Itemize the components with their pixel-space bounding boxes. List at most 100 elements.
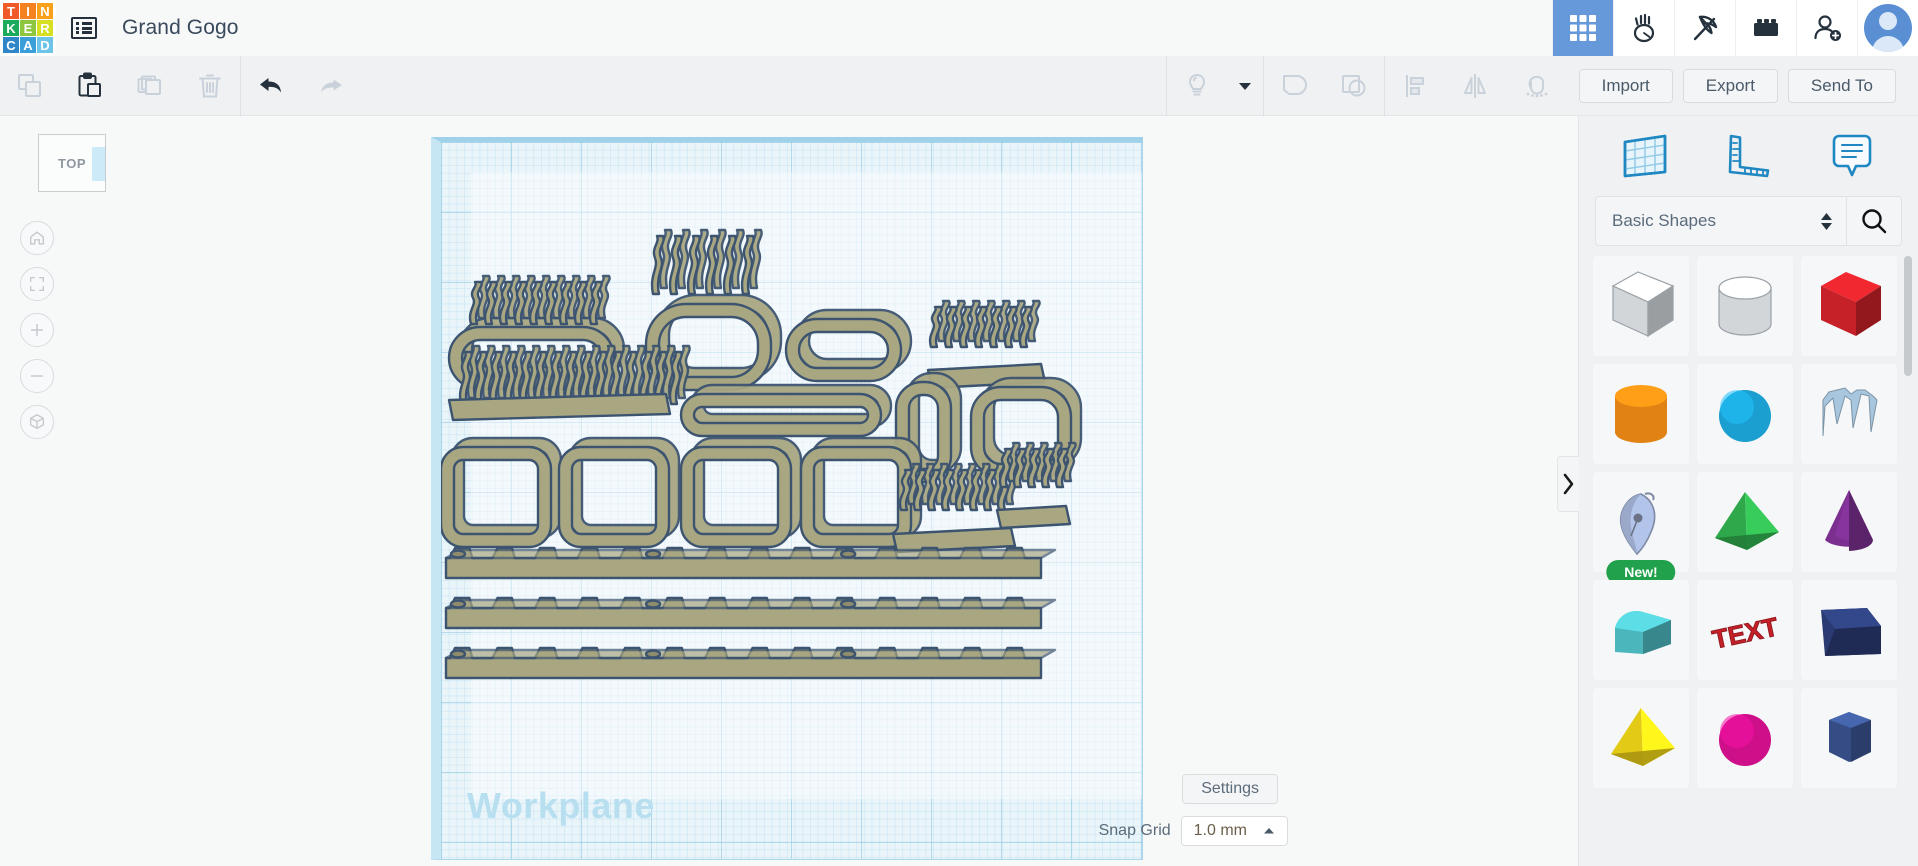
plus-icon: [30, 323, 44, 337]
shape-generator-pen[interactable]: New!: [1593, 472, 1689, 584]
tinkercad-logo[interactable]: TIN KER CAD: [0, 0, 56, 56]
tab-notes[interactable]: [1817, 126, 1887, 186]
ungroup-icon: [1341, 74, 1366, 96]
delete-button[interactable]: [180, 56, 240, 116]
shape-polygon-icon: [1829, 712, 1871, 762]
magnet-button[interactable]: [1505, 56, 1565, 116]
chevron-right-icon: [1563, 473, 1574, 495]
zoom-in-button[interactable]: [20, 313, 54, 347]
copy-button[interactable]: [0, 56, 60, 116]
shape-cone[interactable]: [1801, 472, 1897, 572]
import-button[interactable]: Import: [1578, 68, 1673, 103]
shape-cylinder-hole[interactable]: [1697, 256, 1793, 356]
group-icon: [1282, 74, 1307, 95]
design-canvas[interactable]: Workplane TOP Settings Snap Grid 1.0 mm: [0, 116, 1578, 866]
shape-box[interactable]: [1801, 256, 1897, 356]
shape-roof[interactable]: [1593, 580, 1689, 680]
align-button[interactable]: [1385, 56, 1445, 116]
model-3d-object[interactable]: [441, 142, 1153, 865]
shapes-scroll-area[interactable]: New! TEXT: [1579, 246, 1918, 866]
duplicate-button[interactable]: [120, 56, 180, 116]
settings-button[interactable]: Settings: [1182, 774, 1278, 804]
panel-tabs: [1579, 116, 1918, 196]
history-tool-group: [241, 56, 361, 115]
shape-sphere[interactable]: [1697, 364, 1793, 464]
magnet-snap-icon: [1526, 75, 1547, 97]
shape-text[interactable]: TEXT: [1697, 580, 1793, 680]
mirror-button[interactable]: [1445, 56, 1505, 116]
shapes-scrollbar[interactable]: [1904, 256, 1912, 376]
shape-polygon[interactable]: [1801, 688, 1897, 788]
logo-cell-k: K: [3, 20, 19, 36]
view-nav-buttons: [20, 221, 54, 439]
ruler-icon: [1729, 134, 1770, 178]
snap-grid-select[interactable]: 1.0 mm: [1180, 816, 1288, 846]
export-button[interactable]: Export: [1682, 68, 1778, 103]
duplicate-icon: [137, 75, 161, 95]
apps-grid-icon-button[interactable]: [1552, 0, 1613, 56]
view-cube-label: TOP: [58, 155, 86, 171]
codeblocks-icon-button[interactable]: [1613, 0, 1674, 56]
project-menu-button[interactable]: [56, 0, 112, 56]
shape-pyramid-yellow-icon: [1611, 708, 1675, 766]
zoom-out-button[interactable]: [20, 359, 54, 393]
home-view-button[interactable]: [20, 221, 54, 255]
home-icon: [29, 231, 45, 245]
snap-grid-control: Snap Grid 1.0 mm: [1099, 816, 1288, 846]
shape-pyramid-yellow[interactable]: [1593, 688, 1689, 788]
tinkercad-app: TINKERCAD Grand Gogo Import Export Send …: [0, 0, 1918, 866]
project-title[interactable]: Grand Gogo: [112, 0, 239, 56]
tab-ruler[interactable]: [1713, 126, 1783, 186]
redo-button[interactable]: [301, 56, 361, 116]
snap-grid-label: Snap Grid: [1098, 822, 1171, 839]
view-cube[interactable]: TOP: [38, 134, 106, 192]
list-menu-icon: [71, 17, 97, 39]
shape-wedge[interactable]: [1801, 580, 1897, 680]
light-bulb-dropdown[interactable]: [1227, 56, 1263, 116]
shape-scribble[interactable]: [1801, 364, 1897, 464]
perspective-toggle-button[interactable]: [20, 405, 54, 439]
undo-button[interactable]: [241, 56, 301, 116]
shape-half-sphere-icon: [1719, 714, 1771, 766]
caret-up-icon: [1264, 828, 1274, 834]
shape-category-value: Basic Shapes: [1612, 211, 1716, 230]
shape-box-hole[interactable]: [1593, 256, 1689, 356]
apps-grid-icon: [1570, 15, 1596, 41]
view-cube-edge[interactable]: [92, 147, 105, 181]
group-tool-group: [1264, 56, 1384, 115]
shape-cone-icon: [1825, 490, 1874, 551]
user-avatar: [1864, 4, 1912, 52]
send-to-button[interactable]: Send To: [1787, 68, 1896, 103]
workplane[interactable]: Workplane: [431, 137, 1143, 860]
shapes-panel: Basic Shapes New! TEXT: [1557, 116, 1918, 866]
pickaxe-icon: [1693, 15, 1718, 41]
user-avatar-button[interactable]: [1857, 0, 1918, 56]
paste-button[interactable]: [60, 56, 120, 116]
invite-person-icon-button[interactable]: [1796, 0, 1857, 56]
shape-category-select[interactable]: Basic Shapes: [1595, 196, 1846, 246]
pickaxe-icon-button[interactable]: [1674, 0, 1735, 56]
shape-sphere-icon: [1719, 390, 1771, 442]
shape-half-sphere[interactable]: [1697, 688, 1793, 788]
shape-search-button[interactable]: [1846, 196, 1902, 246]
panel-collapse-button[interactable]: [1557, 456, 1579, 512]
shape-roof-icon: [1615, 610, 1671, 654]
logo-cell-d: D: [37, 37, 53, 53]
light-bulb-button[interactable]: [1167, 56, 1227, 116]
ungroup-button[interactable]: [1324, 56, 1384, 116]
cube-arrow-icon: [29, 414, 45, 430]
group-button[interactable]: [1264, 56, 1324, 116]
redo-arrow-icon: [321, 79, 342, 92]
shape-cylinder[interactable]: [1593, 364, 1689, 464]
copy-icon: [18, 73, 41, 97]
tab-workplane[interactable]: [1610, 126, 1680, 186]
view-tool-group: [1167, 56, 1263, 115]
fit-to-view-button[interactable]: [20, 267, 54, 301]
lego-brick-icon-button[interactable]: [1735, 0, 1796, 56]
svg-text:TEXT: TEXT: [1710, 611, 1781, 654]
paste-icon: [78, 72, 101, 97]
shape-pyramid[interactable]: [1697, 472, 1793, 572]
shape-box-hole-icon: [1611, 271, 1675, 338]
edit-toolbar: Import Export Send To: [0, 55, 1918, 116]
